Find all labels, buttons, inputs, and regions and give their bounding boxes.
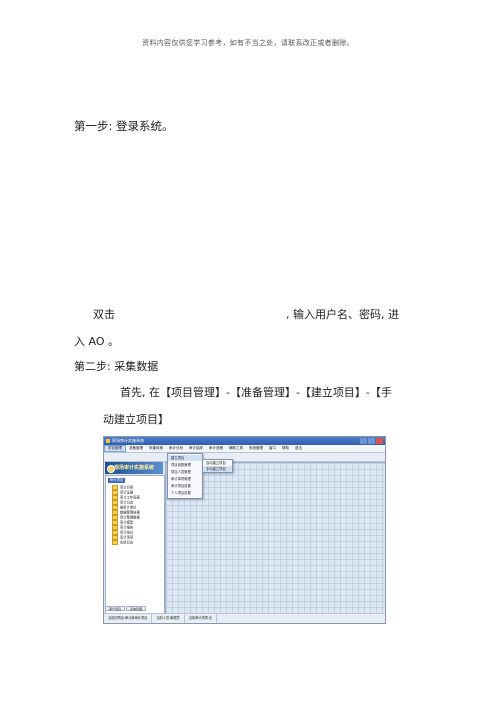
emblem-icon [107,465,115,473]
embedded-app-screenshot: 现场审计实施系统 项目管理 准备管理 采集转换 审计分析 审计抽样 审计底稿 辅… [103,436,386,624]
menu-item[interactable]: 采集转换 [146,445,166,452]
status-current-project: 当前的项目:审计局审计项目 [104,614,153,623]
menu-item[interactable]: 审计分析 [166,445,186,452]
instruction-line-2: 动建立项目】 [103,413,169,426]
minimize-icon[interactable] [360,438,367,444]
app-menubar: 项目管理 准备管理 采集转换 审计分析 审计抽样 审计底稿 辅助工具 系统管理 … [104,445,385,453]
tab-audit-project[interactable]: 审计项目 [105,606,126,611]
menu-option[interactable]: 项目参数管理 [171,462,191,468]
status-current-user: 当前人员:管理员 [152,614,185,623]
menu-item[interactable]: 审计抽样 [186,445,206,452]
project-tree-panel: 审计项目 审计方案 审计证据 审计工作底稿 审计日志 被审计单位 数据整理结果 … [105,475,165,617]
menu-option-manual-build[interactable]: 手动建立项目 [203,466,232,472]
menu-option[interactable]: 个人项目设置 [171,490,191,496]
app-title: 现场审计实施系统 [112,438,144,443]
tree-item[interactable]: 系统日志 [112,540,133,545]
menu-item[interactable]: 系统管理 [246,445,266,452]
step-one-heading: 第一步: 登录系统。 [74,119,174,133]
status-current-item: 当前审计事项:无 [185,614,218,623]
menu-item[interactable]: 帮助 [279,445,292,452]
window-controls [360,438,383,444]
menu-option[interactable]: 审计项目设置 [171,483,191,489]
app-banner: 现场审计实施系统 [105,462,163,474]
enter-ao-text: 入 AO 。 [74,335,119,348]
menu-option-build-project[interactable]: 建立项目 [168,455,202,461]
menu-option[interactable]: 项目人员管理 [171,469,191,475]
close-icon[interactable] [376,438,383,444]
project-management-dropdown: 建立项目 项目参数管理 项目人员管理 审计事项管理 审计项目设置 个人项目设置 [167,453,203,499]
build-project-submenu: 自动建立项目 手动建立项目 [202,459,233,473]
app-statusbar: 当前的项目:审计局审计项目 当前人员:管理员 当前审计事项:无 [104,613,385,623]
menu-item[interactable]: 辅助工具 [226,445,246,452]
folder-icon [112,540,118,545]
double-click-text: 双击 [93,308,115,321]
instruction-line-1: 首先, 在【项目管理】-【准备管理】-【建立项目】-【手 [120,386,392,399]
maximize-icon[interactable] [368,438,375,444]
app-icon [106,439,110,443]
menu-item[interactable]: 审计底稿 [206,445,226,452]
login-instruction-text: , 输入用户名、密码, 进 [286,308,399,321]
app-toolbar [104,453,385,462]
step-two-heading: 第二步: 采集数据 [74,360,159,373]
menu-item[interactable]: 项目管理 [104,445,126,452]
tab-system-management[interactable]: 系统管理 [126,606,147,611]
tree-root-item[interactable]: 审计项目 [108,478,126,483]
left-panel-tabs: 审计项目 系统管理 [105,606,163,611]
menu-item[interactable]: 准备管理 [126,445,146,452]
menu-item[interactable]: 退出 [292,445,305,452]
disclaimer-header: 资料内容仅供您学习参考，如有不当之处，请联系改正或者删除。 [142,39,354,47]
banner-text: 现场审计实施系统 [114,465,155,471]
menu-item[interactable]: 窗口 [266,445,279,452]
menu-option[interactable]: 审计事项管理 [171,476,191,482]
app-titlebar: 现场审计实施系统 [104,437,385,445]
